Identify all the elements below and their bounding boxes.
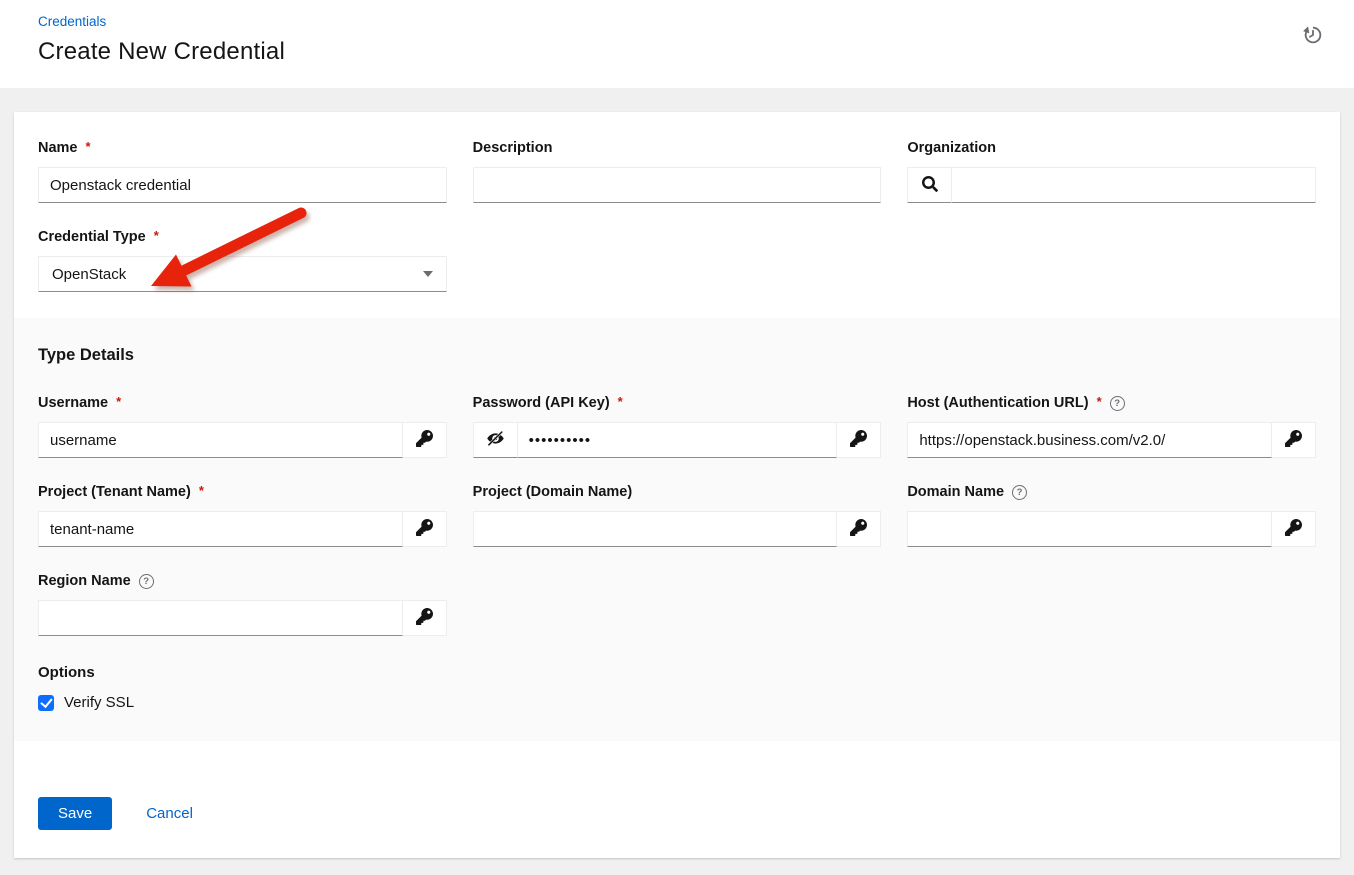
- credential-type-field-group: Credential Type * OpenStack: [38, 229, 447, 292]
- required-asterisk: *: [86, 139, 91, 154]
- key-icon: [416, 519, 433, 539]
- organization-field-group: Organization: [907, 140, 1316, 203]
- host-prompt-on-launch-button[interactable]: [1272, 422, 1316, 458]
- project-tenant-label: Project (Tenant Name): [38, 484, 191, 500]
- save-button[interactable]: Save: [38, 797, 112, 830]
- type-details-section: Type Details Username *: [14, 318, 1340, 741]
- chevron-down-icon: [423, 271, 433, 277]
- key-icon: [1285, 519, 1302, 539]
- description-label: Description: [473, 140, 553, 156]
- search-icon: [922, 176, 938, 195]
- host-input[interactable]: [907, 422, 1272, 458]
- required-asterisk: *: [116, 394, 121, 409]
- breadcrumb-credentials-link[interactable]: Credentials: [38, 14, 106, 29]
- organization-label: Organization: [907, 140, 996, 156]
- key-icon: [416, 608, 433, 628]
- region-name-input[interactable]: [38, 600, 403, 636]
- domain-name-field-group: Domain Name ?: [907, 484, 1316, 547]
- options-label: Options: [38, 664, 1316, 681]
- description-input[interactable]: [473, 167, 882, 203]
- key-icon: [1285, 430, 1302, 450]
- name-field-group: Name *: [38, 140, 447, 203]
- credential-basic-section: Name * Description Organization: [14, 112, 1340, 318]
- verify-ssl-label: Verify SSL: [64, 694, 134, 711]
- cancel-button[interactable]: Cancel: [146, 805, 193, 822]
- key-icon: [850, 430, 867, 450]
- username-input[interactable]: [38, 422, 403, 458]
- project-tenant-input[interactable]: [38, 511, 403, 547]
- key-icon: [416, 430, 433, 450]
- description-field-group: Description: [473, 140, 882, 203]
- verify-ssl-checkbox[interactable]: [38, 695, 54, 711]
- main-content: Name * Description Organization: [0, 88, 1354, 871]
- project-domain-input[interactable]: [473, 511, 838, 547]
- verify-ssl-checkbox-row[interactable]: Verify SSL: [38, 694, 1316, 711]
- password-input[interactable]: [517, 422, 838, 458]
- domain-name-label: Domain Name: [907, 484, 1004, 500]
- organization-search-button[interactable]: [907, 167, 951, 203]
- required-asterisk: *: [618, 394, 623, 409]
- breadcrumb: Credentials: [38, 13, 1316, 31]
- host-label: Host (Authentication URL): [907, 395, 1088, 411]
- region-name-field-group: Region Name ?: [38, 573, 447, 636]
- page-title: Create New Credential: [38, 38, 1316, 66]
- help-icon[interactable]: ?: [1110, 396, 1125, 411]
- required-asterisk: *: [1097, 394, 1102, 409]
- project-tenant-prompt-on-launch-button[interactable]: [403, 511, 447, 547]
- organization-input[interactable]: [951, 167, 1316, 203]
- domain-name-input[interactable]: [907, 511, 1272, 547]
- region-name-prompt-on-launch-button[interactable]: [403, 600, 447, 636]
- name-label: Name: [38, 140, 78, 156]
- password-visibility-toggle[interactable]: [473, 422, 517, 458]
- type-details-heading: Type Details: [38, 346, 1316, 365]
- required-asterisk: *: [199, 483, 204, 498]
- credential-form-card: Name * Description Organization: [14, 112, 1340, 858]
- project-domain-label: Project (Domain Name): [473, 484, 633, 500]
- help-icon[interactable]: ?: [1012, 485, 1027, 500]
- username-label: Username: [38, 395, 108, 411]
- help-icon[interactable]: ?: [139, 574, 154, 589]
- project-tenant-field-group: Project (Tenant Name) *: [38, 484, 447, 547]
- form-actions: Save Cancel: [14, 741, 1340, 858]
- page-header: Credentials Create New Credential: [0, 0, 1354, 88]
- password-prompt-on-launch-button[interactable]: [837, 422, 881, 458]
- username-field-group: Username *: [38, 395, 447, 458]
- eye-slash-icon: [486, 429, 505, 451]
- project-domain-field-group: Project (Domain Name): [473, 484, 882, 547]
- host-field-group: Host (Authentication URL) * ?: [907, 395, 1316, 458]
- username-prompt-on-launch-button[interactable]: [403, 422, 447, 458]
- credential-type-value: OpenStack: [52, 266, 126, 283]
- credential-type-label: Credential Type: [38, 229, 146, 245]
- region-name-label: Region Name: [38, 573, 131, 589]
- domain-name-prompt-on-launch-button[interactable]: [1272, 511, 1316, 547]
- credential-type-select[interactable]: OpenStack: [38, 256, 447, 292]
- history-button[interactable]: [1300, 22, 1326, 51]
- history-icon: [1302, 34, 1324, 49]
- name-input[interactable]: [38, 167, 447, 203]
- password-field-group: Password (API Key) *: [473, 395, 882, 458]
- required-asterisk: *: [154, 228, 159, 243]
- password-label: Password (API Key): [473, 395, 610, 411]
- project-domain-prompt-on-launch-button[interactable]: [837, 511, 881, 547]
- key-icon: [850, 519, 867, 539]
